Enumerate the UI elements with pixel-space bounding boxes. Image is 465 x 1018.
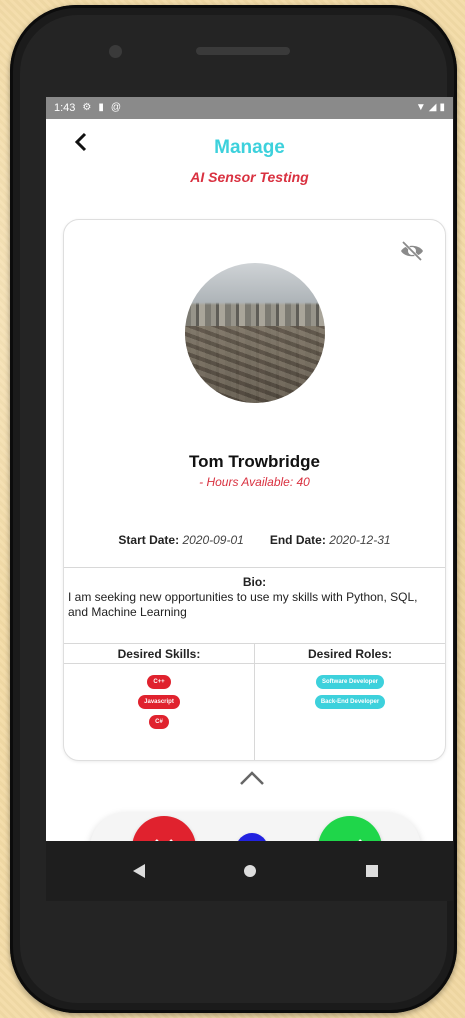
person-name: Tom Trowbridge [189, 452, 320, 471]
sd-card-icon: ▮ [98, 102, 104, 113]
bio-text: I am seeking new opportunities to use my… [68, 590, 418, 619]
front-camera [109, 45, 122, 58]
start-date-label: Start Date: [118, 533, 180, 547]
phone-frame: 1:43 ⚙ ▮ @ ▼ ◢ ▮ Manage AI Sensor Testin… [10, 5, 457, 1013]
start-date-group: Start Date: 2020-09-01 [118, 533, 243, 547]
app-screen: 1:43 ⚙ ▮ @ ▼ ◢ ▮ Manage AI Sensor Testin… [46, 97, 453, 901]
divider [64, 567, 445, 568]
chevron-up-icon[interactable] [237, 769, 267, 787]
skill-chip[interactable]: C++ [147, 675, 171, 689]
page-title: Manage [214, 137, 285, 158]
skill-chip[interactable]: Javascript [138, 695, 180, 709]
desired-roles-label: Desired Roles: [307, 647, 393, 661]
status-time: 1:43 [54, 102, 76, 114]
role-chip[interactable]: Back-End Developer [314, 695, 386, 709]
nav-back-icon[interactable] [132, 863, 146, 879]
status-bar: 1:43 ⚙ ▮ @ ▼ ◢ ▮ [46, 97, 453, 119]
wifi-icon: ▼ [415, 102, 426, 113]
roles-list: Software Developer Back-End Developer [255, 675, 445, 709]
end-date-group: End Date: 2020-12-31 [270, 533, 391, 547]
earpiece-speaker [196, 47, 290, 55]
end-date-label: End Date: [269, 533, 326, 547]
project-title: AI Sensor Testing [190, 169, 309, 185]
hours-available: - Hours Available: 40 [199, 475, 310, 489]
battery-icon: ▮ [439, 102, 445, 113]
system-nav-bar [46, 841, 453, 901]
signal-icon: ◢ [428, 102, 437, 113]
settings-icon: ⚙ [82, 102, 92, 113]
role-chip[interactable]: Software Developer [315, 675, 385, 689]
eye-off-icon[interactable] [399, 240, 425, 262]
date-range: Start Date: 2020-09-01 End Date: 2020-12… [64, 533, 445, 547]
profile-card: Tom Trowbridge - Hours Available: 40 Sta… [63, 219, 446, 761]
header: Manage [46, 119, 453, 163]
skill-chip[interactable]: C# [149, 715, 169, 729]
end-date-value: 2020-12-31 [329, 533, 391, 547]
bio-label: Bio: [242, 575, 267, 589]
nav-recents-icon[interactable] [366, 865, 378, 877]
at-sign-icon: @ [110, 102, 122, 113]
start-date-value: 2020-09-01 [182, 533, 244, 547]
divider [64, 663, 445, 664]
avatar [185, 263, 325, 403]
desired-skills-label: Desired Skills: [117, 647, 201, 661]
nav-home-icon[interactable] [244, 865, 256, 877]
skills-list: C++ Javascript C# [64, 675, 254, 729]
